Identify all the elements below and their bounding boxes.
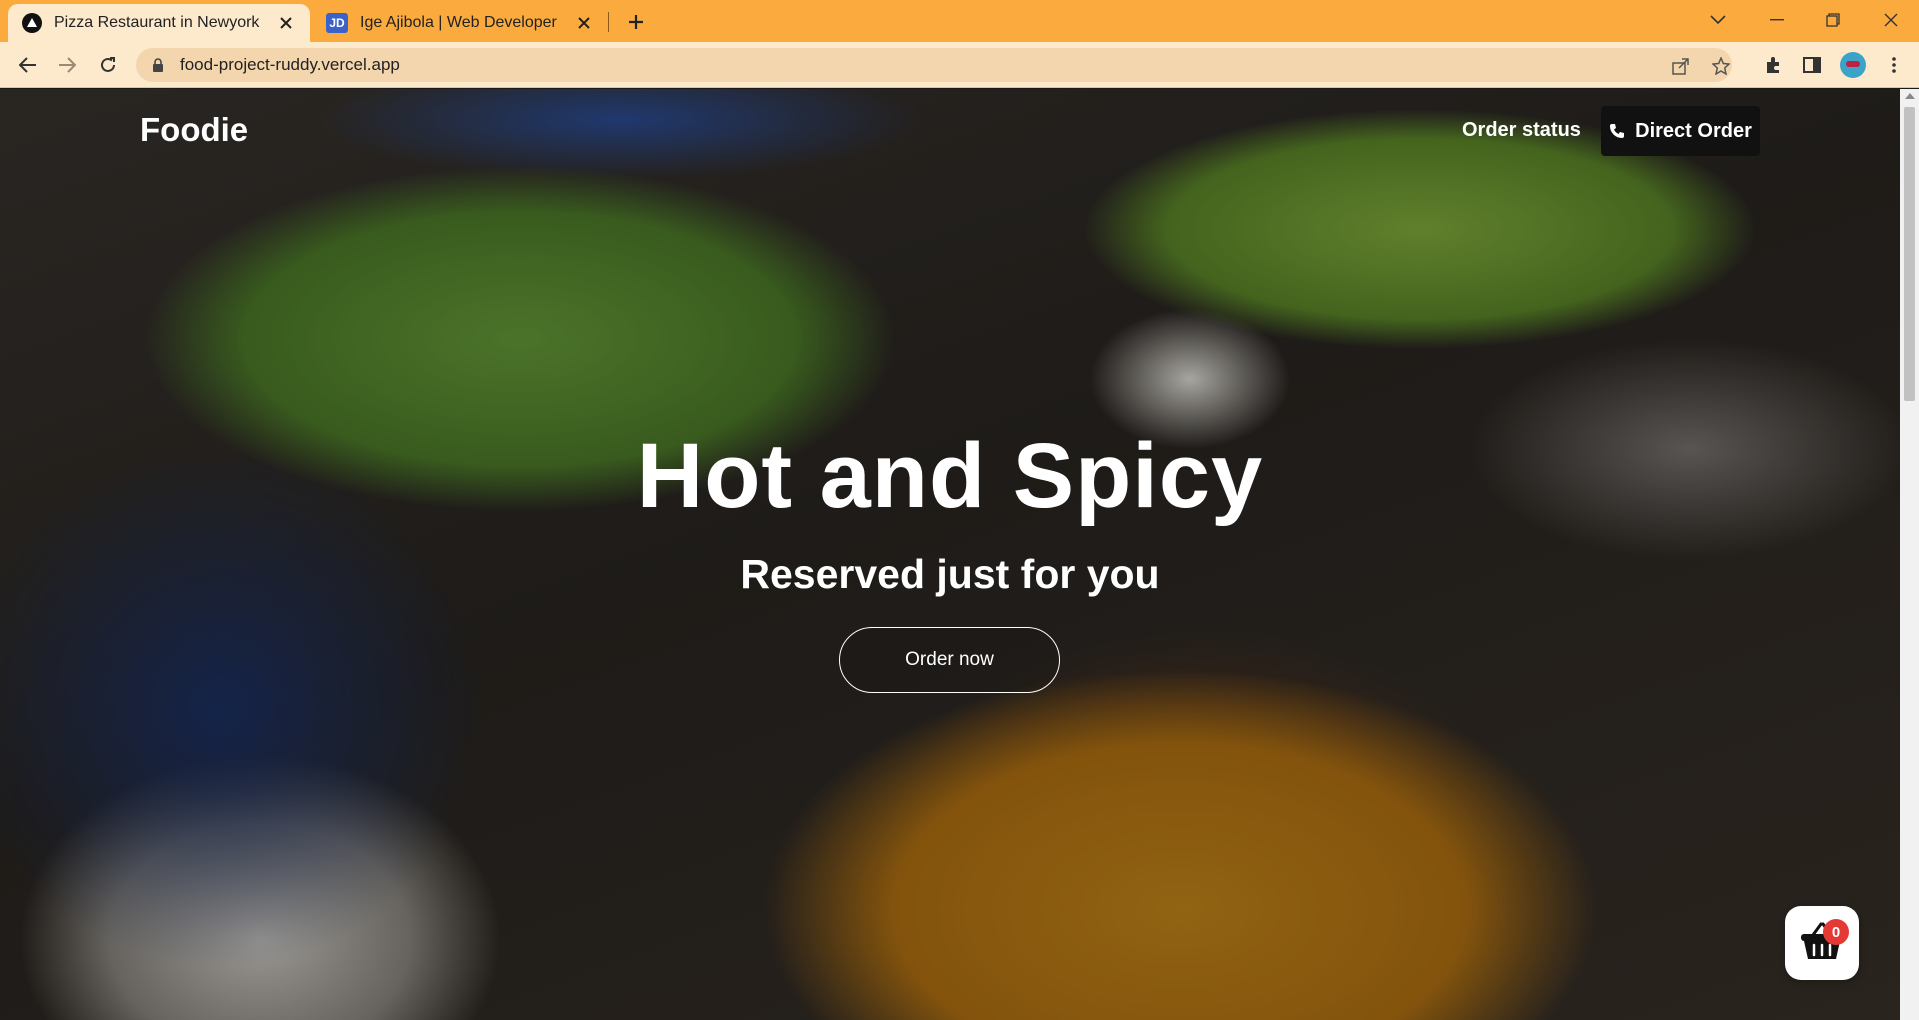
- close-tab-icon[interactable]: [276, 13, 296, 33]
- new-tab-icon[interactable]: [622, 8, 650, 36]
- address-bar[interactable]: food-project-ruddy.vercel.app: [136, 48, 1732, 82]
- extensions-icon[interactable]: [1762, 54, 1784, 76]
- minimize-icon[interactable]: [1757, 4, 1797, 36]
- order-status-link[interactable]: Order status: [1462, 119, 1581, 142]
- reload-icon[interactable]: [94, 51, 122, 79]
- tab-title: Pizza Restaurant in Newyork: [54, 14, 260, 31]
- tab-pizza-restaurant[interactable]: Pizza Restaurant in Newyork: [8, 4, 310, 42]
- url-text: food-project-ruddy.vercel.app: [180, 55, 400, 74]
- close-tab-icon[interactable]: [574, 13, 594, 33]
- close-window-icon[interactable]: [1871, 4, 1911, 36]
- direct-order-label: Direct Order: [1635, 119, 1752, 142]
- lock-icon[interactable]: [152, 57, 168, 73]
- hero-subtitle: Reserved just for you: [740, 551, 1160, 597]
- tab-title: Ige Ajibola | Web Developer: [360, 14, 557, 31]
- vercel-favicon-icon: [22, 13, 42, 33]
- jd-favicon-icon: JD: [326, 13, 348, 33]
- site-logo[interactable]: Foodie: [140, 111, 248, 149]
- page-viewport: Foodie Order status Direct Order Hot and…: [0, 89, 1900, 1020]
- tab-search-chevron-icon[interactable]: [1698, 4, 1738, 36]
- browser-menu-icon[interactable]: [1883, 54, 1905, 76]
- scroll-thumb[interactable]: [1904, 107, 1915, 401]
- cart-button[interactable]: [1785, 906, 1859, 980]
- tab-separator: [608, 12, 609, 32]
- cart-count-badge: 0: [1823, 919, 1849, 945]
- share-icon[interactable]: [1670, 55, 1692, 77]
- hero-title: Hot and Spicy: [636, 425, 1264, 527]
- forward-icon[interactable]: [53, 51, 81, 79]
- side-panel-icon[interactable]: [1801, 54, 1823, 76]
- page-scrollbar[interactable]: [1900, 89, 1919, 1020]
- restore-icon[interactable]: [1813, 4, 1853, 36]
- order-now-button[interactable]: Order now: [839, 627, 1060, 693]
- profile-avatar[interactable]: [1840, 52, 1866, 78]
- back-icon[interactable]: [14, 51, 42, 79]
- browser-tab-strip: Pizza Restaurant in Newyork JD Ige Ajibo…: [0, 0, 1919, 42]
- phone-icon: [1609, 122, 1627, 140]
- tab-portfolio[interactable]: JD Ige Ajibola | Web Developer: [312, 4, 608, 42]
- scroll-up-arrow-icon[interactable]: [1905, 93, 1915, 99]
- star-icon[interactable]: [1710, 55, 1732, 77]
- browser-toolbar: food-project-ruddy.vercel.app: [0, 42, 1919, 88]
- direct-order-button[interactable]: Direct Order: [1601, 106, 1760, 156]
